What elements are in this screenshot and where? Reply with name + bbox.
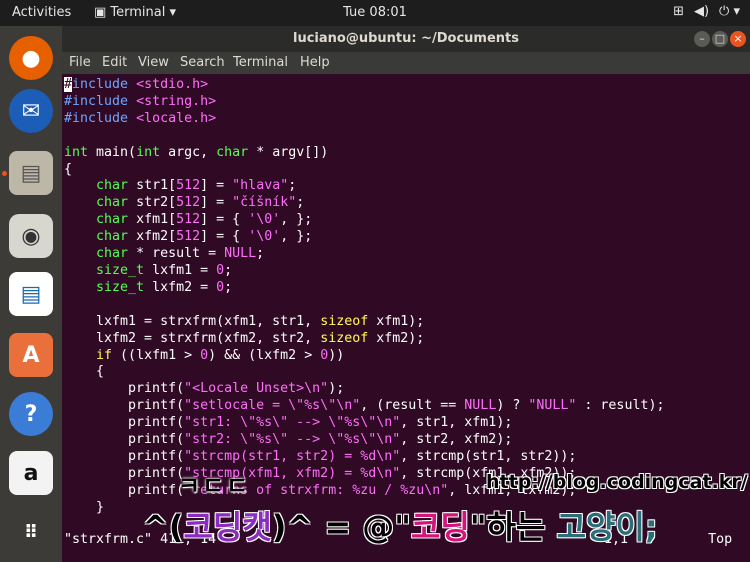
- watermark-big-b: 코딩: [410, 508, 470, 546]
- watermark-big-d: 고양이;: [545, 508, 658, 546]
- menu-search[interactable]: Search: [180, 55, 225, 70]
- close-icon[interactable]: ×: [730, 31, 746, 47]
- watermark-big-c: "하는: [469, 508, 546, 546]
- menu-file[interactable]: File: [69, 55, 91, 70]
- watermark-big-prefix: ^(: [142, 508, 184, 546]
- power-icon[interactable]: ⏻ ▾: [719, 4, 740, 19]
- menu-edit[interactable]: Edit: [102, 55, 127, 70]
- watermark-big-mid: )^ = @": [271, 508, 411, 546]
- software-icon[interactable]: A: [9, 333, 53, 377]
- firefox-icon[interactable]: ●: [9, 36, 53, 80]
- watermark-big-a: 코딩캣: [183, 508, 272, 546]
- app-menu-button[interactable]: ▣ Terminal ▾: [94, 5, 176, 20]
- window-titlebar[interactable]: luciano@ubuntu: ~/Documents – □ ×: [62, 26, 750, 52]
- network-icon[interactable]: ⊞: [673, 4, 684, 19]
- running-indicator: [2, 171, 7, 176]
- code-editor-buffer[interactable]: #include <stdio.h> #include <string.h> #…: [64, 77, 664, 517]
- amazon-icon[interactable]: a: [9, 451, 53, 495]
- help-icon[interactable]: ?: [9, 392, 53, 436]
- app-grid-icon[interactable]: ⠿: [9, 510, 53, 554]
- files-icon[interactable]: ▤: [9, 151, 53, 195]
- watermark-big: ^(코딩캣)^ = @"코딩"하는 고양이;: [142, 502, 658, 548]
- minimize-icon[interactable]: –: [694, 31, 710, 47]
- thunderbird-icon[interactable]: ✉: [9, 89, 53, 133]
- window-title: luciano@ubuntu: ~/Documents: [293, 31, 519, 46]
- terminal-app-icon: ▣: [94, 5, 111, 20]
- menu-terminal[interactable]: Terminal: [233, 55, 288, 70]
- writer-icon[interactable]: ▤: [9, 272, 53, 316]
- dock: ● ✉ ▤ ◉ ▤ A ? a ⠿: [0, 26, 62, 562]
- menu-view[interactable]: View: [138, 55, 169, 70]
- activities-button[interactable]: Activities: [12, 5, 71, 20]
- rhythmbox-icon[interactable]: ◉: [9, 214, 53, 258]
- maximize-icon[interactable]: □: [712, 31, 728, 47]
- menu-bar: File Edit View Search Terminal Help: [62, 52, 750, 74]
- menu-help[interactable]: Help: [300, 55, 330, 70]
- top-bar: Activities ▣ Terminal ▾ Tue 08:01 ⊞ ◀) ⏻ ▾: [0, 0, 750, 26]
- volume-icon[interactable]: ◀): [694, 4, 709, 19]
- watermark-small: ㅋㄷㄷ: [178, 472, 251, 500]
- system-tray[interactable]: ⊞ ◀) ⏻ ▾: [663, 4, 740, 19]
- app-menu-label: Terminal ▾: [110, 5, 177, 20]
- watermark-url: http://blog.codingcat.kr/: [486, 471, 748, 493]
- status-scroll: Top: [708, 532, 733, 547]
